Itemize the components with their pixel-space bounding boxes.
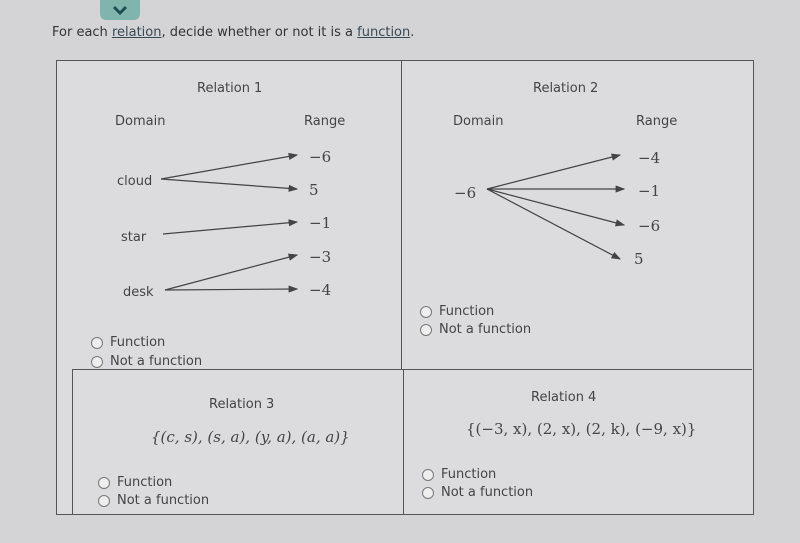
option-label: Function: [439, 304, 495, 319]
option-label: Not a function: [441, 485, 534, 500]
relation-1-panel: Relation 1 Domain Range cloud star desk …: [57, 61, 402, 369]
arrow-star-neg1: [162, 219, 299, 235]
relation-3-panel: Relation 3 {(c, s), (s, a), (y, a), (a, …: [72, 369, 404, 514]
relation-set: {(−3, x), (2, x), (2, k), (−9, x)}: [466, 420, 697, 438]
relation-1-function-radio[interactable]: Function: [91, 335, 165, 350]
function-link[interactable]: function: [357, 25, 410, 40]
question-prompt: For each relation, decide whether or not…: [52, 25, 414, 40]
radio-circle-icon: [420, 305, 432, 318]
relation-1-not-function-radio[interactable]: Not a function: [91, 354, 202, 369]
option-label: Function: [110, 335, 166, 350]
arrow-neg6-5: [486, 188, 622, 260]
relation-4-panel: Relation 4 {(−3, x), (2, x), (2, k), (−9…: [404, 369, 752, 514]
option-label: Not a function: [117, 493, 210, 508]
chevron-down-icon: [112, 5, 128, 15]
arrow-neg6-neg4: [486, 153, 622, 190]
relation-3-function-radio[interactable]: Function: [98, 475, 172, 490]
option-label: Not a function: [439, 322, 532, 337]
relation-title: Relation 3: [209, 397, 275, 412]
radio-circle-icon: [422, 486, 434, 499]
relation-link[interactable]: relation: [112, 25, 162, 40]
prompt-text: .: [410, 25, 415, 40]
prompt-text: For each: [52, 25, 112, 40]
radio-circle-icon: [91, 355, 103, 368]
radio-circle-icon: [422, 468, 434, 481]
arrow-desk-neg3: [164, 253, 299, 291]
relation-2-function-radio[interactable]: Function: [420, 304, 494, 319]
arrow-neg6-neg6: [486, 188, 626, 227]
collapse-toggle-button[interactable]: [100, 0, 140, 20]
relation-2-not-function-radio[interactable]: Not a function: [420, 322, 531, 337]
radio-circle-icon: [98, 476, 110, 489]
relation-2-panel: Relation 2 Domain Range −6 −4 −1 −6 5 Fu…: [402, 61, 752, 369]
relation-set: {(c, s), (s, a), (y, a), (a, a)}: [151, 428, 350, 446]
radio-circle-icon: [420, 323, 432, 336]
option-label: Function: [117, 475, 173, 490]
relations-grid: Relation 1 Domain Range cloud star desk …: [56, 60, 754, 515]
radio-circle-icon: [91, 336, 103, 349]
radio-circle-icon: [98, 494, 110, 507]
arrow-cloud-neg6: [160, 152, 299, 180]
option-label: Not a function: [110, 354, 203, 369]
relation-4-function-radio[interactable]: Function: [422, 467, 496, 482]
relation-3-not-function-radio[interactable]: Not a function: [98, 493, 209, 508]
arrow-cloud-5: [160, 178, 299, 192]
arrow-desk-neg4: [164, 285, 299, 293]
option-label: Function: [441, 467, 497, 482]
prompt-text: , decide whether or not it is a: [161, 25, 358, 40]
mapping-arrows: [160, 152, 299, 293]
relation-4-not-function-radio[interactable]: Not a function: [422, 485, 533, 500]
relation-title: Relation 4: [531, 390, 597, 405]
